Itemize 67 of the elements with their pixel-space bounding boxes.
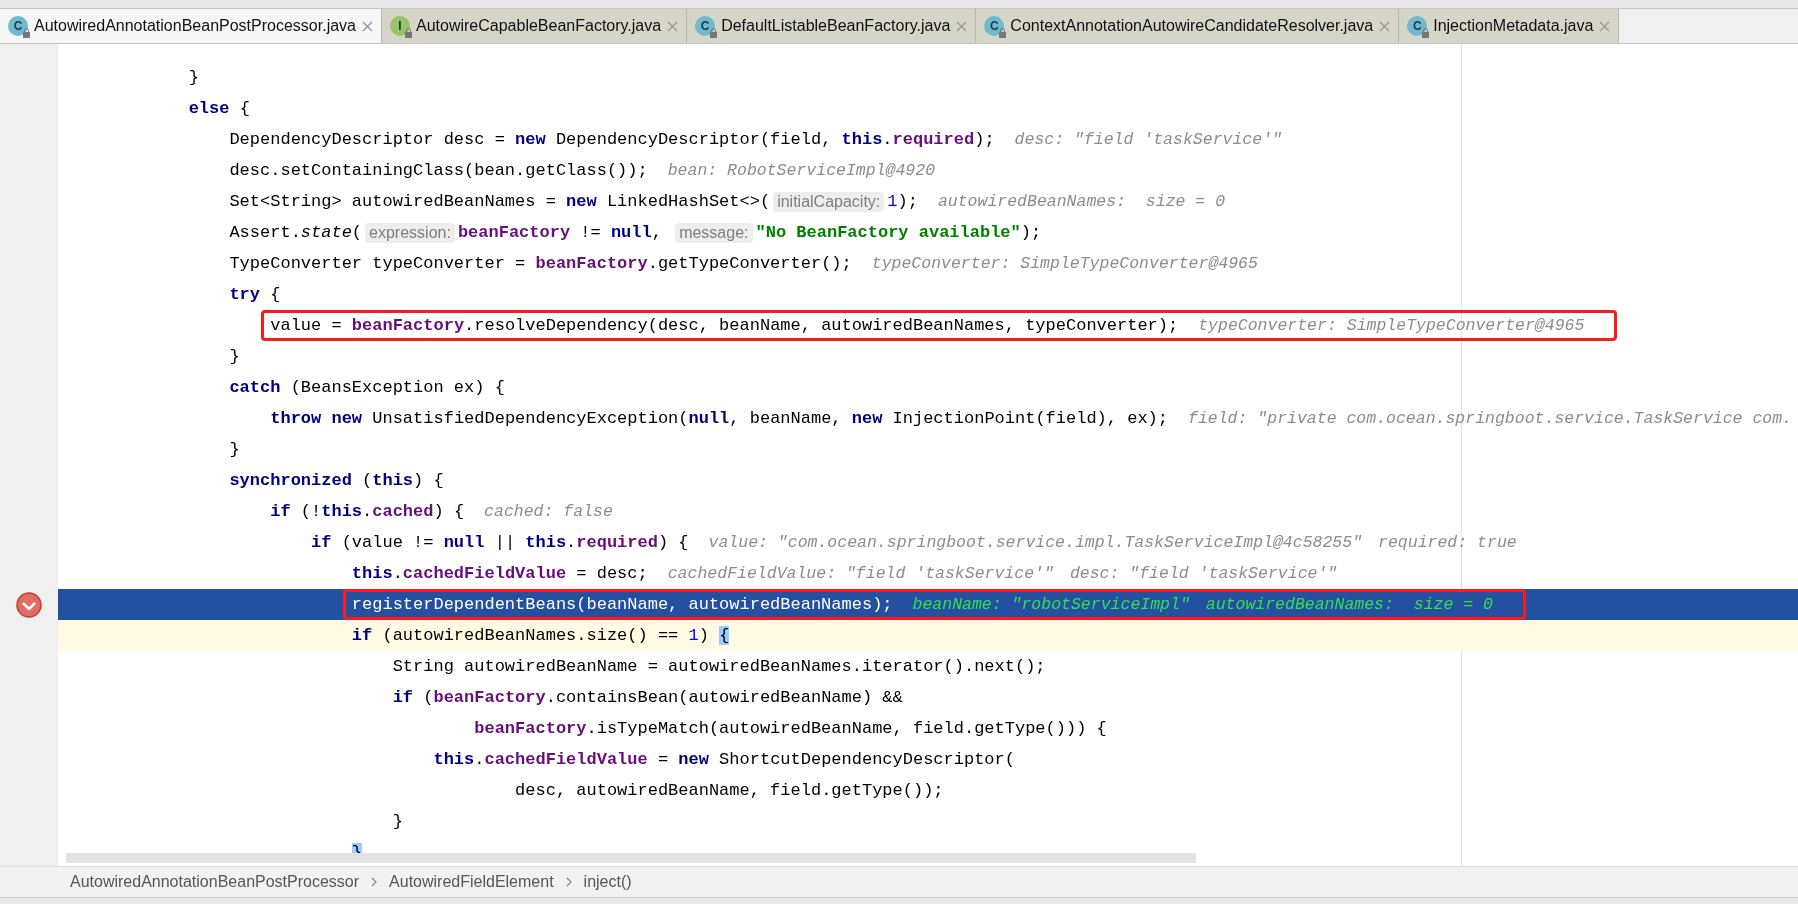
debug-value-hint: typeConverter: SimpleTypeConverter@4965 (871, 254, 1258, 273)
code-text: if (beanFactory.containsBean(autowiredBeanName) && (392, 688, 903, 707)
code-text: desc, autowiredBeanName, field.getType()); (515, 781, 944, 800)
parameter-hint: initialCapacity: (773, 191, 885, 212)
parameter-hint: expression: (365, 222, 455, 243)
code-text: } (229, 347, 240, 366)
code-text: "No BeanFactory available"); (755, 223, 1042, 242)
horizontal-scrollbar[interactable] (66, 853, 1196, 863)
close-icon[interactable] (362, 20, 373, 32)
code-text: try { (229, 285, 281, 304)
code-text: 1); (887, 192, 918, 211)
matched-brace: { (719, 626, 730, 645)
file-tab[interactable]: C ContextAnnotationAutowireCandidateResolver.java (976, 9, 1400, 43)
close-icon[interactable] (1379, 20, 1391, 32)
file-tab[interactable]: C DefaultListableBeanFactory.java (687, 9, 977, 43)
file-tab[interactable]: C AutowiredAnnotationBeanPostProcessor.java (0, 9, 382, 43)
debug-value-hint: autowiredBeanNames: size = 0 (1205, 595, 1493, 614)
debug-value-hint: field: "private com.ocean.springboot.service.TaskService com. (1188, 409, 1792, 428)
code-text: if (autowiredBeanNames.size() == 1) (351, 626, 710, 645)
debug-value-hint: cached: false (484, 502, 613, 521)
code-text: throw new UnsatisfiedDependencyException(null, beanName, new InjectionPoint(field), ex); (270, 409, 1168, 428)
code-text: beanFactory != null, (457, 223, 663, 242)
code-text: desc.setContainingClass(bean.getClass()); (229, 161, 648, 180)
code-text: registerDependentBeans(beanName, autowiredBeanNames); (351, 595, 893, 614)
file-tab[interactable]: I AutowireCapableBeanFactory.java (382, 9, 688, 43)
debug-value-hint: desc: "field 'taskService'" (1014, 130, 1282, 149)
file-type-icon: C (1407, 16, 1428, 36)
debug-value-hint: typeConverter: SimpleTypeConverter@4965 (1198, 316, 1585, 335)
debug-value-hint: bean: RobotServiceImpl@4920 (667, 161, 936, 180)
code-text: TypeConverter typeConverter = beanFactory.getTypeConverter(); (229, 254, 852, 273)
debug-value-hint: desc: "field 'taskService'" (1069, 564, 1338, 583)
code-text: value = beanFactory.resolveDependency(desc, beanName, autowiredBeanNames, typeConverter); (270, 316, 1179, 335)
close-icon[interactable] (1599, 20, 1611, 32)
close-icon[interactable] (667, 20, 679, 32)
code-text: String autowiredBeanName = autowiredBeanNames.iterator().next(); (392, 657, 1046, 676)
breakpoint-icon[interactable] (15, 590, 43, 619)
code-text: if (!this.cached) { (270, 502, 465, 521)
code-text: else { (188, 99, 250, 118)
debug-value-hint: autowiredBeanNames: size = 0 (937, 192, 1226, 211)
code-text: } (229, 440, 240, 459)
close-icon[interactable] (956, 20, 968, 32)
breadcrumb-item[interactable]: AutowiredAnnotationBeanPostProcessor (70, 873, 360, 891)
breadcrumb-item[interactable]: inject() (583, 873, 632, 891)
code-text: } (188, 68, 199, 87)
file-type-icon: C (984, 16, 1005, 36)
code-text: if (value != null || this.required) { (311, 533, 689, 552)
file-type-icon: C (8, 16, 28, 36)
code-text: this.cachedFieldValue = new ShortcutDependencyDescriptor( (433, 750, 1015, 769)
file-type-icon: C (695, 16, 716, 36)
code-text: Assert.state( (229, 223, 363, 242)
debug-value-hint: beanName: "robotServiceImpl" (912, 595, 1190, 614)
chevron-icon (371, 877, 378, 887)
debug-value-hint: cachedFieldValue: "field 'taskService'" (667, 564, 1054, 583)
code-text: } (392, 812, 403, 831)
code-text: catch (BeansException ex) { (229, 378, 505, 397)
file-tab[interactable]: C InjectionMetadata.java (1399, 9, 1620, 43)
chevron-icon (565, 877, 572, 887)
code-text: synchronized (this) { (229, 471, 444, 490)
breadcrumb-item[interactable]: AutowiredFieldElement (389, 873, 554, 891)
code-text: this.cachedFieldValue = desc; (351, 564, 648, 583)
code-text: Set<String> autowiredBeanNames = new LinkedHashSet<>( (229, 192, 771, 211)
code-text: DependencyDescriptor desc = new DependencyDescriptor(field, this.required); (229, 130, 995, 149)
parameter-hint: message: (675, 222, 753, 243)
code-text: beanFactory.isTypeMatch(autowiredBeanName, field.getType())) { (474, 719, 1107, 738)
file-type-icon: I (390, 16, 410, 36)
debug-value-hint: value: "com.ocean.springboot.service.impl.TaskServiceImpl@4c58255" (708, 533, 1363, 552)
debug-value-hint: required: true (1378, 533, 1517, 552)
